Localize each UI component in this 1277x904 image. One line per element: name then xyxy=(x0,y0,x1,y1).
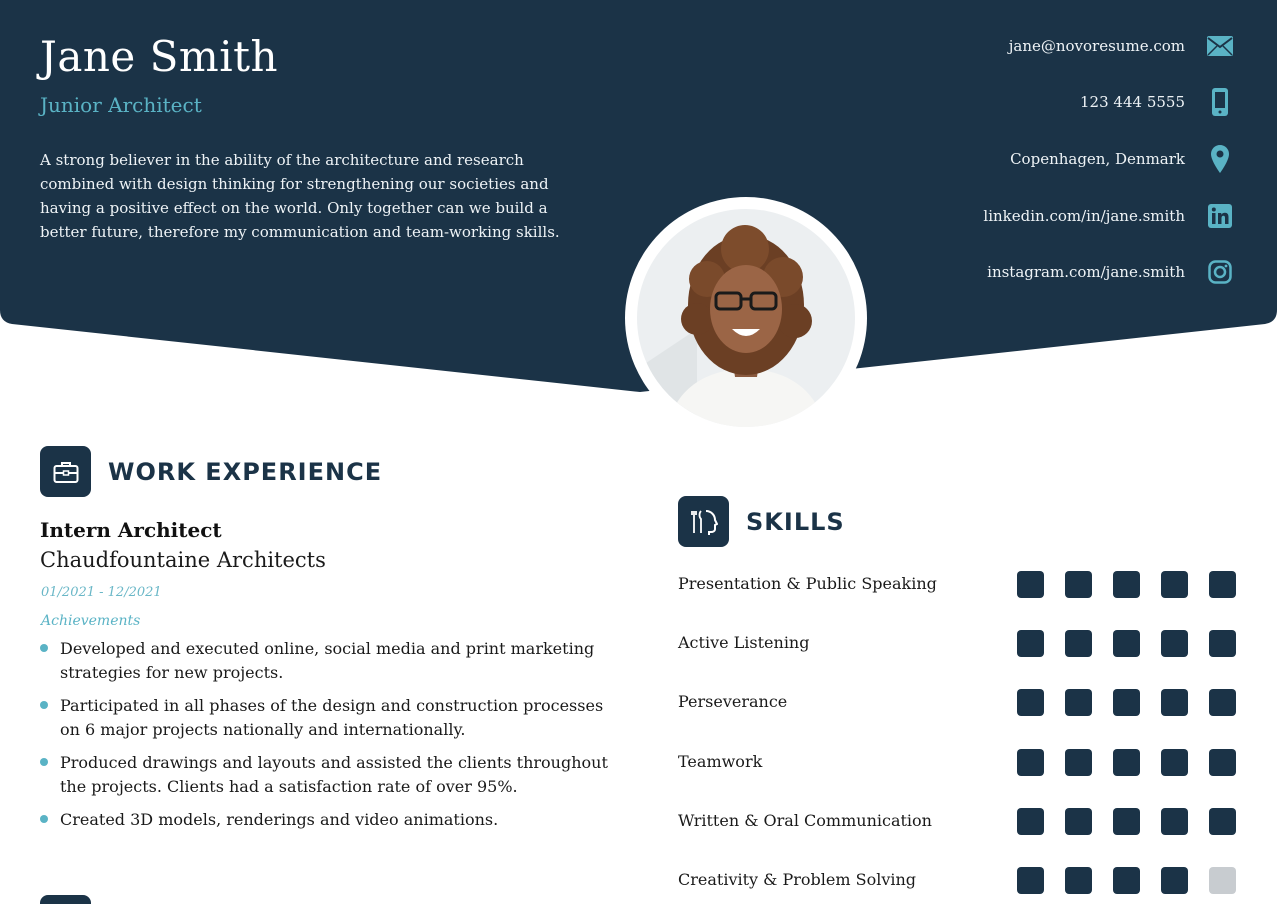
bullet-dot xyxy=(40,701,48,709)
list-item: Developed and executed online, social me… xyxy=(40,637,610,685)
skill-level-box-filled xyxy=(1017,689,1044,716)
skill-row: Perseverance xyxy=(678,689,1238,719)
contact-location: Copenhagen, Denmark xyxy=(775,144,1235,174)
bullet-dot xyxy=(40,815,48,823)
skill-name: Active Listening xyxy=(678,633,810,652)
skill-level-box-filled xyxy=(1113,749,1140,776)
skill-name: Creativity & Problem Solving xyxy=(678,870,917,889)
job-dates: 01/2021 - 12/2021 xyxy=(41,585,162,600)
email-text[interactable]: jane@novoresume.com xyxy=(1009,37,1185,55)
achievements-label: Achievements xyxy=(41,613,141,629)
company-name: Chaudfountaine Architects xyxy=(40,548,326,572)
skill-level-box-filled xyxy=(1065,571,1092,598)
skill-name: Written & Oral Communication xyxy=(678,811,932,830)
skill-level-box-filled xyxy=(1065,808,1092,835)
instagram-text[interactable]: instagram.com/jane.smith xyxy=(987,263,1185,281)
list-item: Produced drawings and layouts and assist… xyxy=(40,751,610,799)
skill-level-box-filled xyxy=(1209,571,1236,598)
job-role: Junior Architect xyxy=(40,93,202,117)
skill-level-box-filled xyxy=(1113,571,1140,598)
skill-level-meter xyxy=(1017,630,1236,657)
linkedin-icon xyxy=(1205,201,1235,231)
profile-photo-frame xyxy=(625,197,867,439)
skill-name: Perseverance xyxy=(678,692,788,711)
skill-name: Teamwork xyxy=(678,752,763,771)
envelope-icon xyxy=(1205,31,1235,61)
list-item: Participated in all phases of the design… xyxy=(40,694,610,742)
profile-photo xyxy=(637,209,855,427)
skill-level-box-filled xyxy=(1113,630,1140,657)
skill-level-box-filled xyxy=(1113,689,1140,716)
linkedin-text[interactable]: linkedin.com/in/jane.smith xyxy=(983,207,1185,225)
skill-level-box-filled xyxy=(1065,749,1092,776)
skill-level-box-filled xyxy=(1017,630,1044,657)
skill-level-box-filled xyxy=(1017,571,1044,598)
skill-level-box-filled xyxy=(1161,808,1188,835)
skill-level-box-filled xyxy=(1113,808,1140,835)
contact-linkedin[interactable]: linkedin.com/in/jane.smith xyxy=(775,201,1235,231)
skill-row: Presentation & Public Speaking xyxy=(678,571,1238,601)
skill-row: Teamwork xyxy=(678,749,1238,779)
job-title: Intern Architect xyxy=(40,518,222,542)
skill-level-box-filled xyxy=(1017,808,1044,835)
skill-level-box-filled xyxy=(1065,630,1092,657)
skill-level-box-filled xyxy=(1209,689,1236,716)
phone-text[interactable]: 123 444 5555 xyxy=(1080,93,1185,111)
skill-level-meter xyxy=(1017,571,1236,598)
skill-row: Written & Oral Communication xyxy=(678,808,1238,838)
resume-page: Jane Smith Junior Architect A strong bel… xyxy=(0,0,1277,904)
skill-level-box-filled xyxy=(1209,749,1236,776)
skill-level-box-filled xyxy=(1161,571,1188,598)
skill-level-box-filled xyxy=(1161,689,1188,716)
head-tools-icon xyxy=(678,496,729,547)
achievements-list: Developed and executed online, social me… xyxy=(40,637,610,841)
section-icon-partial xyxy=(40,895,91,904)
briefcase-icon xyxy=(40,446,91,497)
skill-level-box-filled xyxy=(1209,808,1236,835)
bullet-dot xyxy=(40,758,48,766)
skill-level-box-filled xyxy=(1161,630,1188,657)
skill-level-box-filled xyxy=(1161,867,1188,894)
skills-heading: SKILLS xyxy=(746,508,845,536)
skill-level-box-empty xyxy=(1209,867,1236,894)
contact-email[interactable]: jane@novoresume.com xyxy=(775,31,1235,61)
list-item: Created 3D models, renderings and video … xyxy=(40,808,610,832)
skill-row: Creativity & Problem Solving xyxy=(678,867,1238,897)
map-pin-icon xyxy=(1205,144,1235,174)
skill-level-meter xyxy=(1017,749,1236,776)
location-text: Copenhagen, Denmark xyxy=(1010,150,1185,168)
mobile-phone-icon xyxy=(1205,87,1235,117)
candidate-name: Jane Smith xyxy=(40,32,279,81)
skill-row: Active Listening xyxy=(678,630,1238,660)
skill-name: Presentation & Public Speaking xyxy=(678,574,937,593)
work-experience-heading: WORK EXPERIENCE xyxy=(108,458,383,486)
skill-level-box-filled xyxy=(1161,749,1188,776)
skill-level-box-filled xyxy=(1113,867,1140,894)
contact-phone[interactable]: 123 444 5555 xyxy=(775,87,1235,117)
skill-level-box-filled xyxy=(1209,630,1236,657)
bullet-dot xyxy=(40,644,48,652)
skill-level-meter xyxy=(1017,808,1236,835)
skill-level-box-filled xyxy=(1065,689,1092,716)
skill-level-box-filled xyxy=(1017,749,1044,776)
skill-level-box-filled xyxy=(1017,867,1044,894)
skill-level-box-filled xyxy=(1065,867,1092,894)
instagram-icon xyxy=(1205,257,1235,287)
skill-level-meter xyxy=(1017,867,1236,894)
profile-summary: A strong believer in the ability of the … xyxy=(40,151,560,241)
skill-level-meter xyxy=(1017,689,1236,716)
